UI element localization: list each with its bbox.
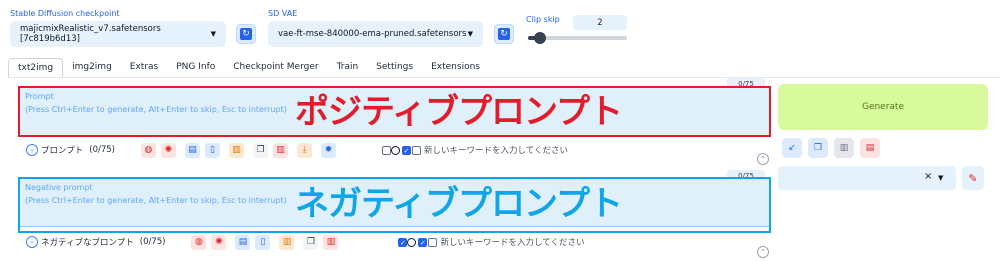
collapse-chevron-icon[interactable]: ⌄ bbox=[26, 236, 38, 248]
clip-skip-label: Clip skip bbox=[526, 15, 560, 24]
gear-icon[interactable]: ✺ bbox=[160, 142, 176, 158]
copy-icon[interactable]: ❐ bbox=[252, 142, 268, 158]
checkpoint-dropdown[interactable]: majicmixRealistic_v7.safetensors [7c819b… bbox=[10, 21, 226, 47]
trash-icon[interactable]: ▥ bbox=[834, 138, 854, 158]
clear-icon[interactable]: × bbox=[924, 171, 932, 182]
negative-toolbar: ⌄ ネガティブなプロンプト (0/75) ◍ ✺ ▤ ▯ ▥ ❐ ▥ ✓ ✓ 新… bbox=[26, 233, 584, 251]
chevron-down-icon: ▼ bbox=[210, 30, 216, 38]
clip-skip-slider[interactable] bbox=[528, 32, 627, 44]
checkbox-checked[interactable]: ✓ bbox=[398, 237, 408, 247]
slider-thumb[interactable] bbox=[534, 32, 546, 44]
collapse-up-icon[interactable]: ⌃ bbox=[757, 246, 769, 258]
collapse-chevron-icon[interactable]: ⌄ bbox=[26, 144, 38, 156]
vae-dropdown[interactable]: vae-ft-mse-840000-ema-pruned.safetensors… bbox=[268, 21, 483, 47]
globe-icon[interactable]: ◍ bbox=[140, 142, 156, 158]
checkbox-checked[interactable]: ✓ bbox=[418, 237, 428, 247]
copy-icon[interactable]: ❐ bbox=[808, 138, 828, 158]
collapse-up-icon[interactable]: ⌃ bbox=[757, 153, 769, 165]
edit-styles-button[interactable]: ✎ bbox=[962, 166, 984, 190]
refresh-icon: ↻ bbox=[240, 28, 252, 40]
chevron-down-icon: ▼ bbox=[467, 30, 473, 38]
negative-toolbar-count: (0/75) bbox=[139, 237, 166, 247]
clip-skip-input[interactable]: 2 bbox=[573, 15, 627, 30]
clock-icon bbox=[407, 237, 417, 247]
tab-divider bbox=[8, 77, 1000, 78]
prompt-toolbar-label: プロンプト bbox=[41, 146, 84, 156]
pencil-icon: ✎ bbox=[968, 171, 978, 185]
vae-value: vae-ft-mse-840000-ema-pruned.safetensors bbox=[278, 29, 467, 39]
checkbox-unchecked[interactable] bbox=[411, 145, 421, 155]
styles-dropdown[interactable]: × ▼ bbox=[778, 166, 956, 190]
copy-icon[interactable]: ❐ bbox=[303, 234, 319, 250]
vae-label: SD VAE bbox=[268, 9, 298, 18]
main-tabs: txt2img img2img Extras PNG Info Checkpoi… bbox=[8, 58, 489, 78]
checkbox-unchecked[interactable] bbox=[381, 145, 391, 155]
refresh-vae-button[interactable]: ↻ bbox=[494, 24, 514, 44]
book-icon[interactable]: ▥ bbox=[279, 234, 295, 250]
refresh-checkpoint-button[interactable]: ↻ bbox=[236, 24, 256, 44]
clock-icon bbox=[390, 145, 400, 155]
book-icon[interactable]: ▥ bbox=[228, 142, 244, 158]
prompt-keyword-input[interactable]: 新しいキーワードを入力してください bbox=[424, 144, 568, 156]
bookmark-icon[interactable]: ▯ bbox=[204, 142, 220, 158]
checkbox-unchecked[interactable] bbox=[428, 237, 438, 247]
bookmark-icon[interactable]: ▯ bbox=[255, 234, 271, 250]
globe-icon[interactable]: ◍ bbox=[191, 234, 207, 250]
trash-icon[interactable]: ▥ bbox=[323, 234, 339, 250]
chevron-down-icon: ▼ bbox=[938, 174, 944, 182]
checkpoint-value: majicmixRealistic_v7.safetensors [7c819b… bbox=[20, 24, 161, 44]
checkpoint-label: Stable Diffusion checkpoint bbox=[10, 9, 120, 18]
tab-img2img[interactable]: img2img bbox=[63, 58, 121, 78]
tab-extensions[interactable]: Extensions bbox=[422, 58, 489, 78]
tab-extras[interactable]: Extras bbox=[121, 58, 167, 78]
settings-icon[interactable]: ✹ bbox=[320, 142, 336, 158]
generate-button[interactable]: Generate bbox=[778, 84, 988, 130]
negative-keyword-input[interactable]: 新しいキーワードを入力してください bbox=[440, 236, 584, 248]
gear-icon[interactable]: ✺ bbox=[211, 234, 227, 250]
clipboard-icon[interactable]: ▤ bbox=[860, 138, 880, 158]
tab-checkpoint-merger[interactable]: Checkpoint Merger bbox=[224, 58, 327, 78]
clipboard-icon[interactable]: ▤ bbox=[184, 142, 200, 158]
tab-train[interactable]: Train bbox=[328, 58, 368, 78]
positive-annotation-text: ポジティブプロンプト bbox=[295, 92, 623, 132]
tab-txt2img[interactable]: txt2img bbox=[8, 58, 64, 78]
prompt-toolbar-count: (0/75) bbox=[89, 145, 115, 155]
refresh-icon: ↻ bbox=[498, 28, 510, 40]
checkbox-checked[interactable]: ✓ bbox=[401, 145, 411, 155]
clipboard-icon[interactable]: ▤ bbox=[235, 234, 251, 250]
trash-icon[interactable]: ▥ bbox=[272, 142, 288, 158]
prompt-toolbar: ⌄ プロンプト (0/75) ◍ ✺ ▤ ▯ ▥ ❐ ▥ ⤓ ✹ ✓ 新しいキー… bbox=[26, 141, 568, 159]
arrow-icon[interactable]: ↙ bbox=[782, 138, 802, 158]
tab-png-info[interactable]: PNG Info bbox=[167, 58, 224, 78]
download-icon[interactable]: ⤓ bbox=[296, 142, 312, 158]
negative-toolbar-label: ネガティブなプロンプト bbox=[41, 238, 134, 248]
tab-settings[interactable]: Settings bbox=[367, 58, 422, 78]
negative-annotation-text: ネガティブプロンプト bbox=[295, 184, 623, 224]
